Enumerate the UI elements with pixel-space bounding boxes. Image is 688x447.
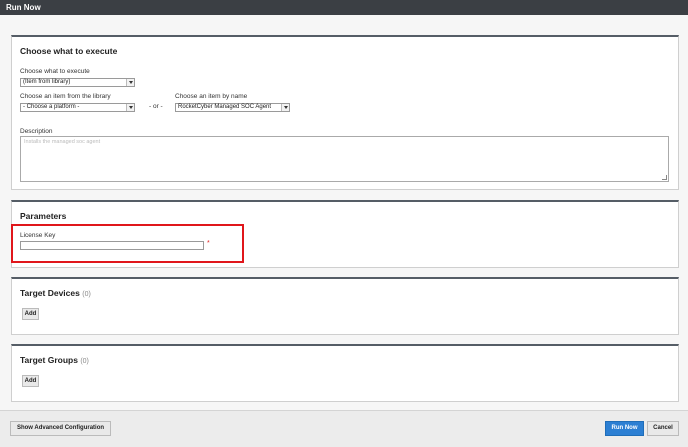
description-label: Description [20,128,53,135]
choose-execute-label: Choose what to execute [20,68,90,75]
choose-execute-value: (Item from library) [23,79,71,85]
choose-execute-select[interactable]: (Item from library) [20,78,135,87]
add-group-button[interactable]: Add [22,375,39,387]
or-separator: - or - [149,103,163,110]
chevron-down-icon [126,79,134,86]
run-now-button[interactable]: Run Now [605,421,644,436]
target-devices-title: Target Devices [20,288,80,298]
platform-value: - Choose a platform - [23,104,80,110]
execute-heading: Choose what to execute [20,46,118,56]
parameters-heading: Parameters [20,211,67,221]
target-devices-heading: Target Devices (0) [20,288,91,298]
highlight-box [11,224,244,263]
description-value: Installs the managed soc agent [24,139,101,145]
platform-select[interactable]: - Choose a platform - [20,103,135,112]
chevron-down-icon [126,104,134,111]
execute-panel: Choose what to execute Choose what to ex… [11,35,679,190]
target-groups-title: Target Groups [20,355,78,365]
show-advanced-configuration-button[interactable]: Show Advanced Configuration [10,421,111,436]
target-groups-count: (0) [80,358,89,365]
resize-handle-icon[interactable] [662,175,667,180]
dialog-title: Run Now [6,3,41,12]
dialog-title-bar: Run Now [0,0,688,15]
target-groups-heading: Target Groups (0) [20,355,89,365]
byname-label: Choose an item by name [175,93,248,100]
description-textarea[interactable]: Installs the managed soc agent [20,136,669,182]
library-label: Choose an item from the library [20,93,111,100]
target-groups-panel: Target Groups (0) Add [11,344,679,402]
byname-select[interactable]: RocketCyber Managed SOC Agent [175,103,290,112]
parameters-panel: Parameters License Key * [11,200,679,268]
target-devices-panel: Target Devices (0) Add [11,277,679,335]
byname-value: RocketCyber Managed SOC Agent [178,104,272,110]
cancel-button[interactable]: Cancel [647,421,679,436]
dialog-body: Choose what to execute Choose what to ex… [0,15,688,410]
chevron-down-icon [281,104,289,111]
target-devices-count: (0) [82,291,91,298]
add-device-button[interactable]: Add [22,308,39,320]
dialog-footer: Show Advanced Configuration Run Now Canc… [0,410,688,447]
